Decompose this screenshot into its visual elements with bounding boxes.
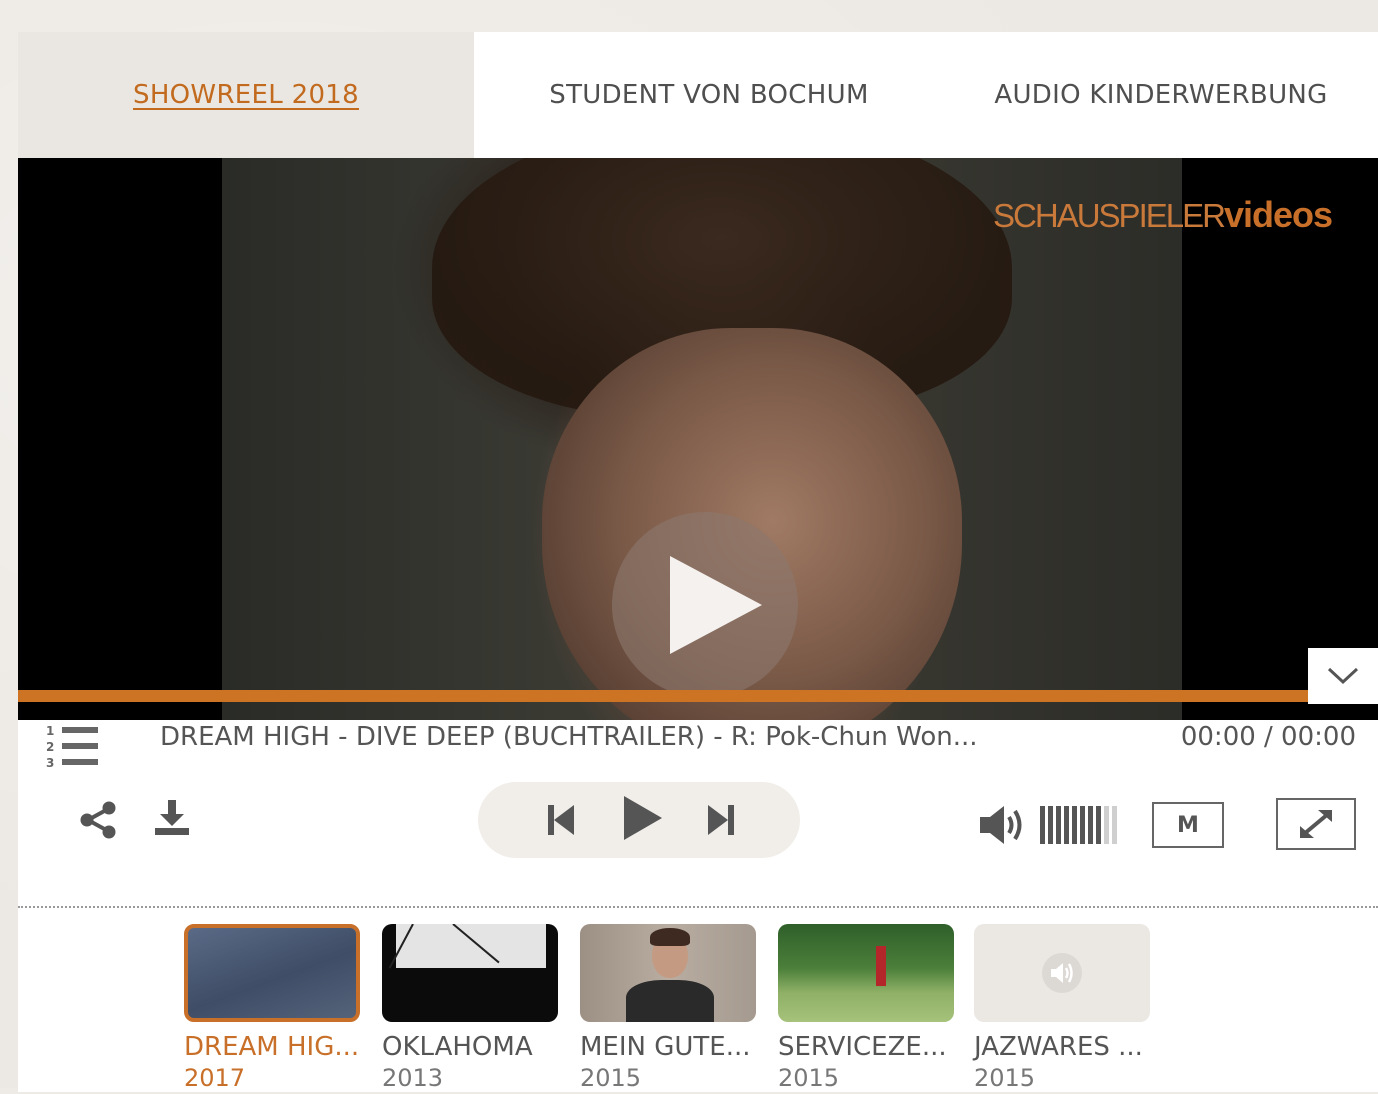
thumbnail-image: [580, 924, 756, 1022]
video-viewport[interactable]: SCHAUSPIELERvideos: [18, 158, 1378, 720]
transport-controls: [478, 782, 800, 858]
volume-bar: [1040, 806, 1045, 844]
next-button[interactable]: [704, 802, 738, 842]
fullscreen-button[interactable]: [1276, 798, 1356, 850]
playlist-icon: 1 2 3: [46, 724, 98, 770]
tab-label: STUDENT VON BOCHUM: [549, 80, 869, 110]
share-icon: [80, 801, 116, 839]
mute-button[interactable]: M: [1152, 802, 1224, 848]
tab-bar: SHOWREEL 2018 STUDENT VON BOCHUM AUDIO K…: [18, 32, 1378, 158]
volume-level-bars: [1040, 806, 1117, 844]
download-icon: [155, 800, 189, 835]
volume-icon: [980, 806, 1022, 844]
play-icon: [624, 796, 662, 840]
thumbnail-image: [382, 924, 558, 1022]
volume-button[interactable]: [978, 802, 1030, 852]
control-bar: M: [18, 780, 1378, 864]
tab-student-von-bochum[interactable]: STUDENT VON BOCHUM: [474, 32, 944, 158]
volume-bar: [1088, 806, 1093, 844]
mute-label: M: [1177, 812, 1199, 838]
svg-text:2: 2: [46, 740, 54, 754]
fullscreen-icon: [1300, 810, 1332, 838]
svg-text:3: 3: [46, 756, 54, 770]
thumbnail-image: [974, 924, 1150, 1022]
svg-text:1: 1: [46, 724, 54, 738]
thumbnail-title: OKLAHOMA: [382, 1032, 533, 1062]
watermark-logo: SCHAUSPIELERvideos: [993, 194, 1333, 236]
volume-bar: [1048, 806, 1053, 844]
download-button[interactable]: [152, 798, 192, 842]
volume-slider[interactable]: [1040, 804, 1124, 850]
thumbnail-title: JAZWARES ...: [974, 1032, 1143, 1062]
volume-bar: [1096, 806, 1101, 844]
video-player-panel: SHOWREEL 2018 STUDENT VON BOCHUM AUDIO K…: [18, 32, 1378, 1092]
thumbnail-oklahoma[interactable]: OKLAHOMA 2013: [382, 924, 558, 1092]
watermark-text-light: SCHAUSPIELER: [993, 197, 1226, 234]
progress-bar[interactable]: [18, 690, 1308, 702]
tab-showreel-2018[interactable]: SHOWREEL 2018: [18, 32, 474, 158]
collapse-button[interactable]: [1308, 648, 1378, 704]
skip-next-icon: [708, 805, 734, 835]
thumbnail-title: DREAM HIG...: [184, 1032, 360, 1062]
playlist-thumbnails: DREAM HIG... 2017 OKLAHOMA 2013 MEIN GUT…: [184, 924, 1184, 1094]
time-display: 00:00 / 00:00: [1180, 722, 1356, 752]
skip-previous-icon: [548, 805, 574, 835]
volume-bar: [1056, 806, 1061, 844]
thumbnail-image: [778, 924, 954, 1022]
share-button[interactable]: [78, 800, 118, 844]
section-divider: [18, 906, 1378, 908]
thumbnail-title: MEIN GUTE...: [580, 1032, 751, 1062]
watermark-text-bold: videos: [1223, 194, 1333, 235]
volume-bar: [1064, 806, 1069, 844]
thumbnail-mein-gute[interactable]: MEIN GUTE... 2015: [580, 924, 756, 1092]
tab-label: AUDIO KINDERWERBUNG: [994, 80, 1328, 110]
previous-button[interactable]: [544, 802, 578, 842]
play-button[interactable]: [620, 794, 666, 846]
track-info-row: 1 2 3 DREAM HIGH - DIVE DEEP (BUCHTRAILE…: [18, 712, 1378, 774]
volume-bar: [1080, 806, 1085, 844]
volume-bar: [1072, 806, 1077, 844]
volume-bar: [1112, 806, 1117, 844]
thumbnail-image: [184, 924, 360, 1022]
thumbnail-jazwares[interactable]: JAZWARES ... 2015: [974, 924, 1150, 1092]
progress-fill: [18, 690, 1308, 702]
audio-icon: [1042, 953, 1082, 993]
track-title: DREAM HIGH - DIVE DEEP (BUCHTRAILER) - R…: [160, 722, 978, 752]
volume-bar: [1104, 806, 1109, 844]
big-play-button[interactable]: [612, 512, 798, 698]
tab-audio-kinderwerbung[interactable]: AUDIO KINDERWERBUNG: [944, 32, 1378, 158]
playlist-button[interactable]: 1 2 3: [46, 722, 102, 770]
thumbnail-servicezeit[interactable]: SERVICEZE... 2015: [778, 924, 954, 1092]
tab-label: SHOWREEL 2018: [133, 80, 359, 110]
thumbnail-dream-high[interactable]: DREAM HIG... 2017: [184, 924, 360, 1092]
thumbnail-title: SERVICEZE...: [778, 1032, 947, 1062]
chevron-down-icon: [1327, 667, 1359, 685]
